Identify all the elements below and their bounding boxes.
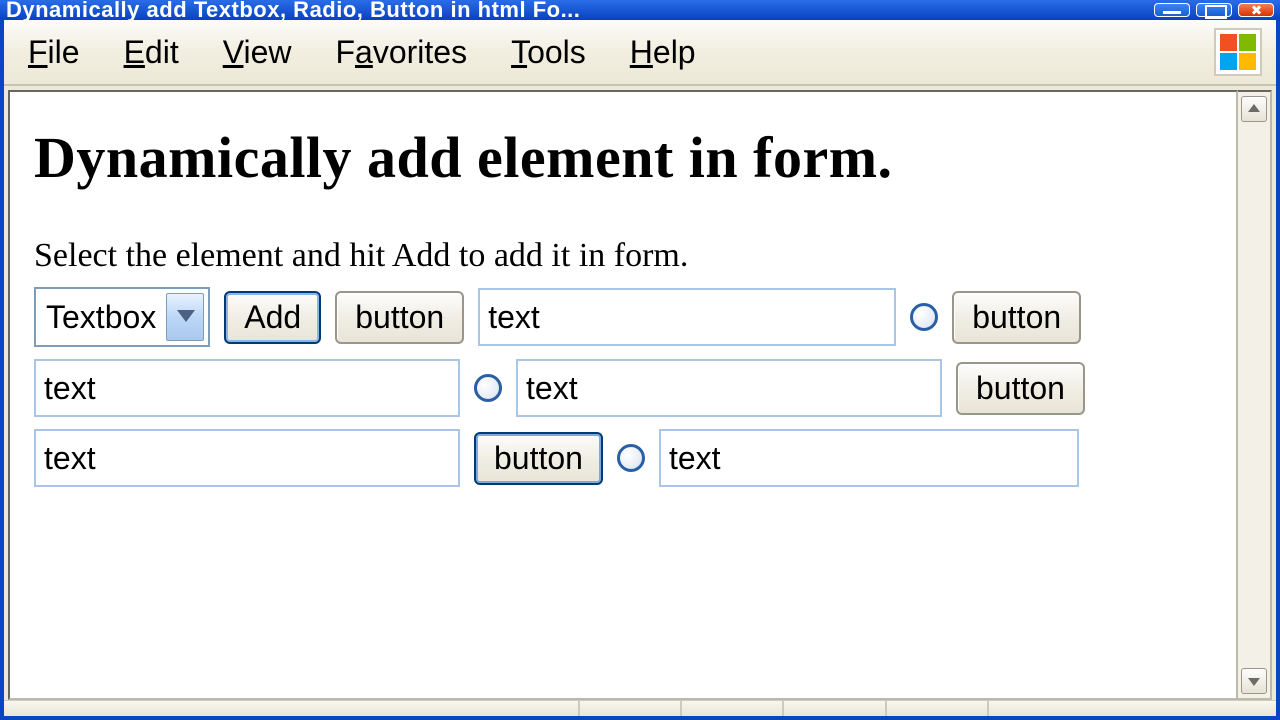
content-area: Dynamically add element in form. Select …: [4, 86, 1276, 700]
windows-logo-icon: [1214, 28, 1262, 76]
menu-favorites[interactable]: Favorites: [335, 34, 467, 71]
menu-tools[interactable]: Tools: [511, 34, 586, 71]
menu-help[interactable]: Help: [630, 34, 696, 71]
dynamic-radio[interactable]: [617, 444, 645, 472]
vertical-scrollbar[interactable]: [1238, 90, 1272, 700]
menu-file[interactable]: File: [28, 34, 80, 71]
scroll-up-icon[interactable]: [1241, 96, 1267, 122]
statusbar: [4, 700, 1276, 716]
dynamic-button[interactable]: button: [956, 362, 1085, 415]
page-instruction: Select the element and hit Add to add it…: [34, 237, 1212, 275]
form-flow: Textbox Add button button button button: [34, 287, 1114, 487]
dynamic-button[interactable]: button: [335, 291, 464, 344]
dynamic-textbox[interactable]: [516, 359, 942, 417]
browser-window: Dynamically add Textbox, Radio, Button i…: [0, 0, 1280, 720]
dynamic-textbox[interactable]: [659, 429, 1079, 487]
chevron-down-icon[interactable]: [166, 293, 204, 341]
dynamic-textbox[interactable]: [34, 359, 460, 417]
menu-view[interactable]: View: [223, 34, 292, 71]
close-button[interactable]: [1238, 3, 1274, 17]
dynamic-button[interactable]: button: [952, 291, 1081, 344]
scroll-down-icon[interactable]: [1241, 668, 1267, 694]
dynamic-radio[interactable]: [910, 303, 938, 331]
menubar: File Edit View Favorites Tools Help: [4, 20, 1276, 86]
maximize-button[interactable]: [1196, 3, 1232, 17]
dynamic-textbox[interactable]: [34, 429, 460, 487]
window-body: File Edit View Favorites Tools Help Dyna…: [0, 20, 1280, 720]
page-content: Dynamically add element in form. Select …: [8, 90, 1238, 700]
dynamic-radio[interactable]: [474, 374, 502, 402]
menu-edit[interactable]: Edit: [124, 34, 179, 71]
window-controls: [1154, 3, 1274, 17]
add-button[interactable]: Add: [224, 291, 321, 344]
dynamic-textbox[interactable]: [478, 288, 896, 346]
minimize-button[interactable]: [1154, 3, 1190, 17]
titlebar: Dynamically add Textbox, Radio, Button i…: [0, 0, 1280, 20]
dynamic-button[interactable]: button: [474, 432, 603, 485]
select-value: Textbox: [46, 299, 156, 336]
page-heading: Dynamically add element in form.: [34, 124, 1212, 191]
element-type-select[interactable]: Textbox: [34, 287, 210, 347]
